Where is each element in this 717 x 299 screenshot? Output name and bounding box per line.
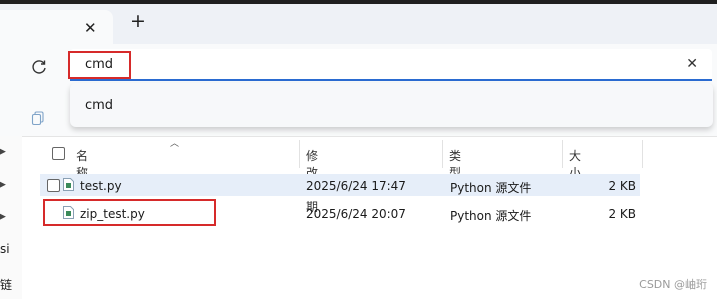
- highlight-box-file: [43, 199, 216, 226]
- sort-ascending-icon: ︿: [170, 139, 180, 149]
- navigation-pane: ▶ ▶ ▶ si 链: [0, 136, 22, 299]
- clear-address-icon[interactable]: ✕: [686, 56, 698, 72]
- column-divider[interactable]: [442, 140, 443, 168]
- watermark: CSDN @岫珩: [639, 278, 707, 291]
- nav-item-fragment[interactable]: 链: [0, 276, 12, 293]
- highlight-box-address: [68, 51, 131, 79]
- column-divider[interactable]: [642, 140, 643, 168]
- tab-strip: ✕ +: [0, 4, 717, 44]
- column-divider[interactable]: [299, 140, 300, 168]
- file-modified: 2025/6/24 17:47: [306, 179, 406, 193]
- nav-item-fragment[interactable]: si: [0, 242, 10, 256]
- new-tab-button[interactable]: +: [130, 12, 146, 31]
- file-size: 2 KB: [608, 179, 636, 193]
- refresh-icon[interactable]: [30, 58, 48, 76]
- close-tab-icon[interactable]: ✕: [84, 19, 97, 37]
- chevron-right-icon[interactable]: ▶: [0, 147, 6, 157]
- tab-current[interactable]: ✕: [0, 10, 113, 44]
- select-all-checkbox[interactable]: [52, 147, 65, 160]
- address-input[interactable]: [85, 56, 645, 72]
- file-name: test.py: [80, 179, 122, 193]
- file-row[interactable]: test.py 2025/6/24 17:47 Python 源文件 2 KB: [40, 174, 640, 196]
- file-size: 2 KB: [608, 207, 636, 221]
- address-bar[interactable]: ✕: [70, 49, 712, 81]
- address-suggestions-dropdown: cmd: [70, 83, 713, 127]
- file-type: Python 源文件: [450, 209, 532, 223]
- chevron-right-icon[interactable]: ▶: [0, 212, 6, 222]
- python-file-icon: [63, 178, 74, 191]
- suggestion-item[interactable]: cmd: [85, 98, 113, 113]
- row-checkbox[interactable]: [47, 179, 60, 192]
- chevron-right-icon[interactable]: ▶: [0, 180, 6, 190]
- copy-icon[interactable]: [30, 110, 46, 126]
- column-divider[interactable]: [562, 140, 563, 168]
- file-type: Python 源文件: [450, 181, 532, 195]
- file-modified: 2025/6/24 20:07: [306, 207, 406, 221]
